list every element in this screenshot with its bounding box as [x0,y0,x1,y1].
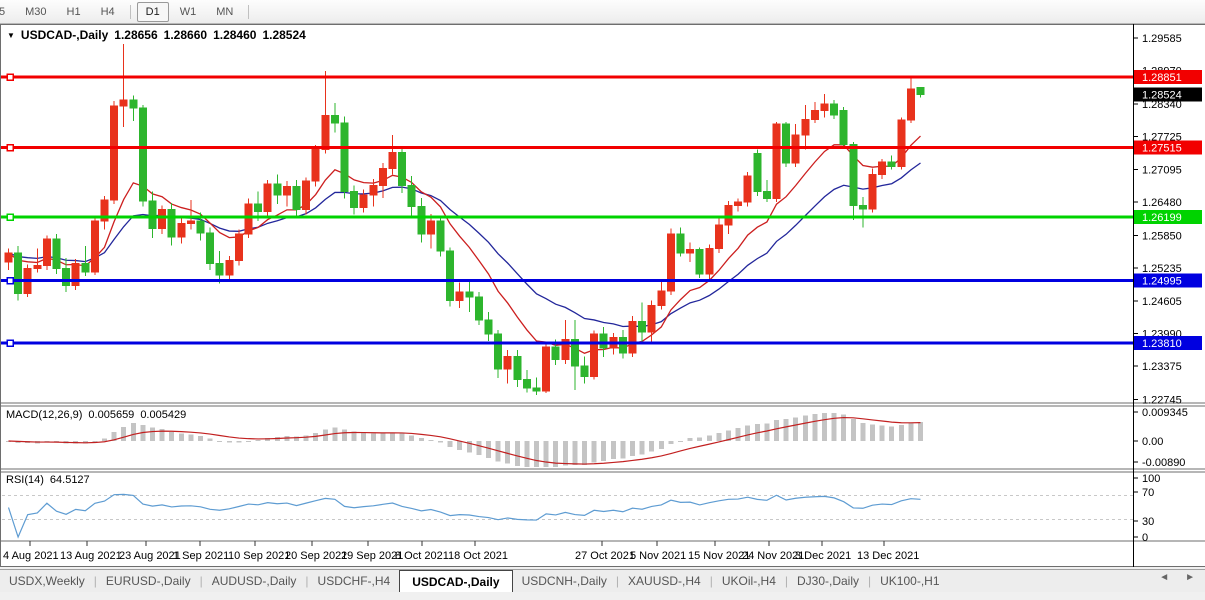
svg-text:0: 0 [1142,532,1148,544]
tab-scroll-right-icon[interactable]: ► [1185,572,1195,583]
chart-symbol-label: USDCAD-,Daily [20,28,109,42]
svg-text:0.00: 0.00 [1142,436,1163,448]
svg-text:100: 100 [1142,473,1160,485]
tab-usdx-weekly[interactable]: USDX,Weekly [0,570,94,592]
rsi-label: RSI(14) 64.5127 [6,474,90,486]
svg-text:1.28524: 1.28524 [1142,89,1182,101]
svg-text:1.27515: 1.27515 [1142,143,1182,155]
tab-ukoil-h4[interactable]: UKOil-,H4 [713,570,785,592]
svg-text:1.29585: 1.29585 [1142,33,1182,45]
svg-text:0.009345: 0.009345 [1142,407,1188,419]
macd-value-main: 0.005659 [88,409,135,421]
svg-text:1.23375: 1.23375 [1142,361,1182,373]
svg-text:13 Dec 2021: 13 Dec 2021 [857,550,919,562]
chart-canvas[interactable]: 1.295851.289701.283401.277251.270951.264… [0,0,1205,600]
svg-text:1 Sep 2021: 1 Sep 2021 [173,550,229,562]
svg-text:-0.00890: -0.00890 [1142,457,1185,469]
rsi-value: 64.5127 [49,474,90,486]
svg-text:1.26480: 1.26480 [1142,197,1182,209]
ohlc-low: 1.28460 [213,28,257,42]
svg-text:30: 30 [1142,516,1154,528]
ohlc-open: 1.28656 [114,28,158,42]
svg-text:8 Oct 2021: 8 Oct 2021 [395,550,449,562]
svg-text:1.28851: 1.28851 [1142,72,1182,84]
tab-scroll-arrows: ◄ ► [1159,572,1195,583]
tab-scroll-left-icon[interactable]: ◄ [1159,572,1169,583]
svg-text:10 Sep 2021: 10 Sep 2021 [228,550,290,562]
svg-text:13 Aug 2021: 13 Aug 2021 [60,550,122,562]
status-strip [0,592,1205,600]
svg-text:27 Oct 2021: 27 Oct 2021 [575,550,635,562]
tab-dj30-daily[interactable]: DJ30-,Daily [788,570,868,592]
macd-value-signal: 0.005429 [140,409,187,421]
svg-text:20 Sep 2021: 20 Sep 2021 [285,550,347,562]
symbol-tabbar: USDX,Weekly | EURUSD-,Daily | AUDUSD-,Daily |… [0,569,1205,592]
svg-text:1.24605: 1.24605 [1142,296,1182,308]
svg-text:5 Nov 2021: 5 Nov 2021 [630,550,686,562]
svg-text:1.26199: 1.26199 [1142,212,1182,224]
tab-xauusd-h4[interactable]: XAUUSD-,H4 [619,570,710,592]
svg-text:1.22745: 1.22745 [1142,394,1182,406]
ohlc-high: 1.28660 [163,28,208,42]
terminal-window: 5M30H1H4D1W1MN 1.295851.289701.283401.27… [0,0,1205,600]
svg-text:1.25235: 1.25235 [1142,263,1182,275]
tab-audusd-daily[interactable]: AUDUSD-,Daily [203,570,306,592]
svg-text:1.27095: 1.27095 [1142,165,1182,177]
tab-usdchf-h4[interactable]: USDCHF-,H4 [309,570,400,592]
tab-usdcnh-daily[interactable]: USDCNH-,Daily [513,570,616,592]
svg-text:1.25850: 1.25850 [1142,230,1182,242]
tab-eurusd-daily[interactable]: EURUSD-,Daily [97,570,200,592]
tab-usdcad-daily[interactable]: USDCAD-,Daily [399,570,513,592]
svg-text:23 Aug 2021: 23 Aug 2021 [119,550,181,562]
ohlc-close: 1.28524 [262,28,306,42]
svg-text:18 Oct 2021: 18 Oct 2021 [448,550,508,562]
svg-text:1.24995: 1.24995 [1142,276,1182,288]
symbol-dropdown-icon[interactable]: ▼ [7,31,15,40]
svg-text:4 Aug 2021: 4 Aug 2021 [3,550,59,562]
chart-title: ▼ USDCAD-,Daily 1.28656 1.28660 1.28460 … [7,28,306,42]
svg-text:3 Dec 2021: 3 Dec 2021 [795,550,851,562]
svg-text:1.23810: 1.23810 [1142,338,1182,350]
macd-label: MACD(12,26,9) 0.005659 0.005429 [6,409,186,421]
rsi-title: RSI(14) [6,474,44,486]
macd-title: MACD(12,26,9) [6,409,83,421]
svg-text:70: 70 [1142,487,1154,499]
tab-uk100-h1[interactable]: UK100-,H1 [871,570,948,592]
